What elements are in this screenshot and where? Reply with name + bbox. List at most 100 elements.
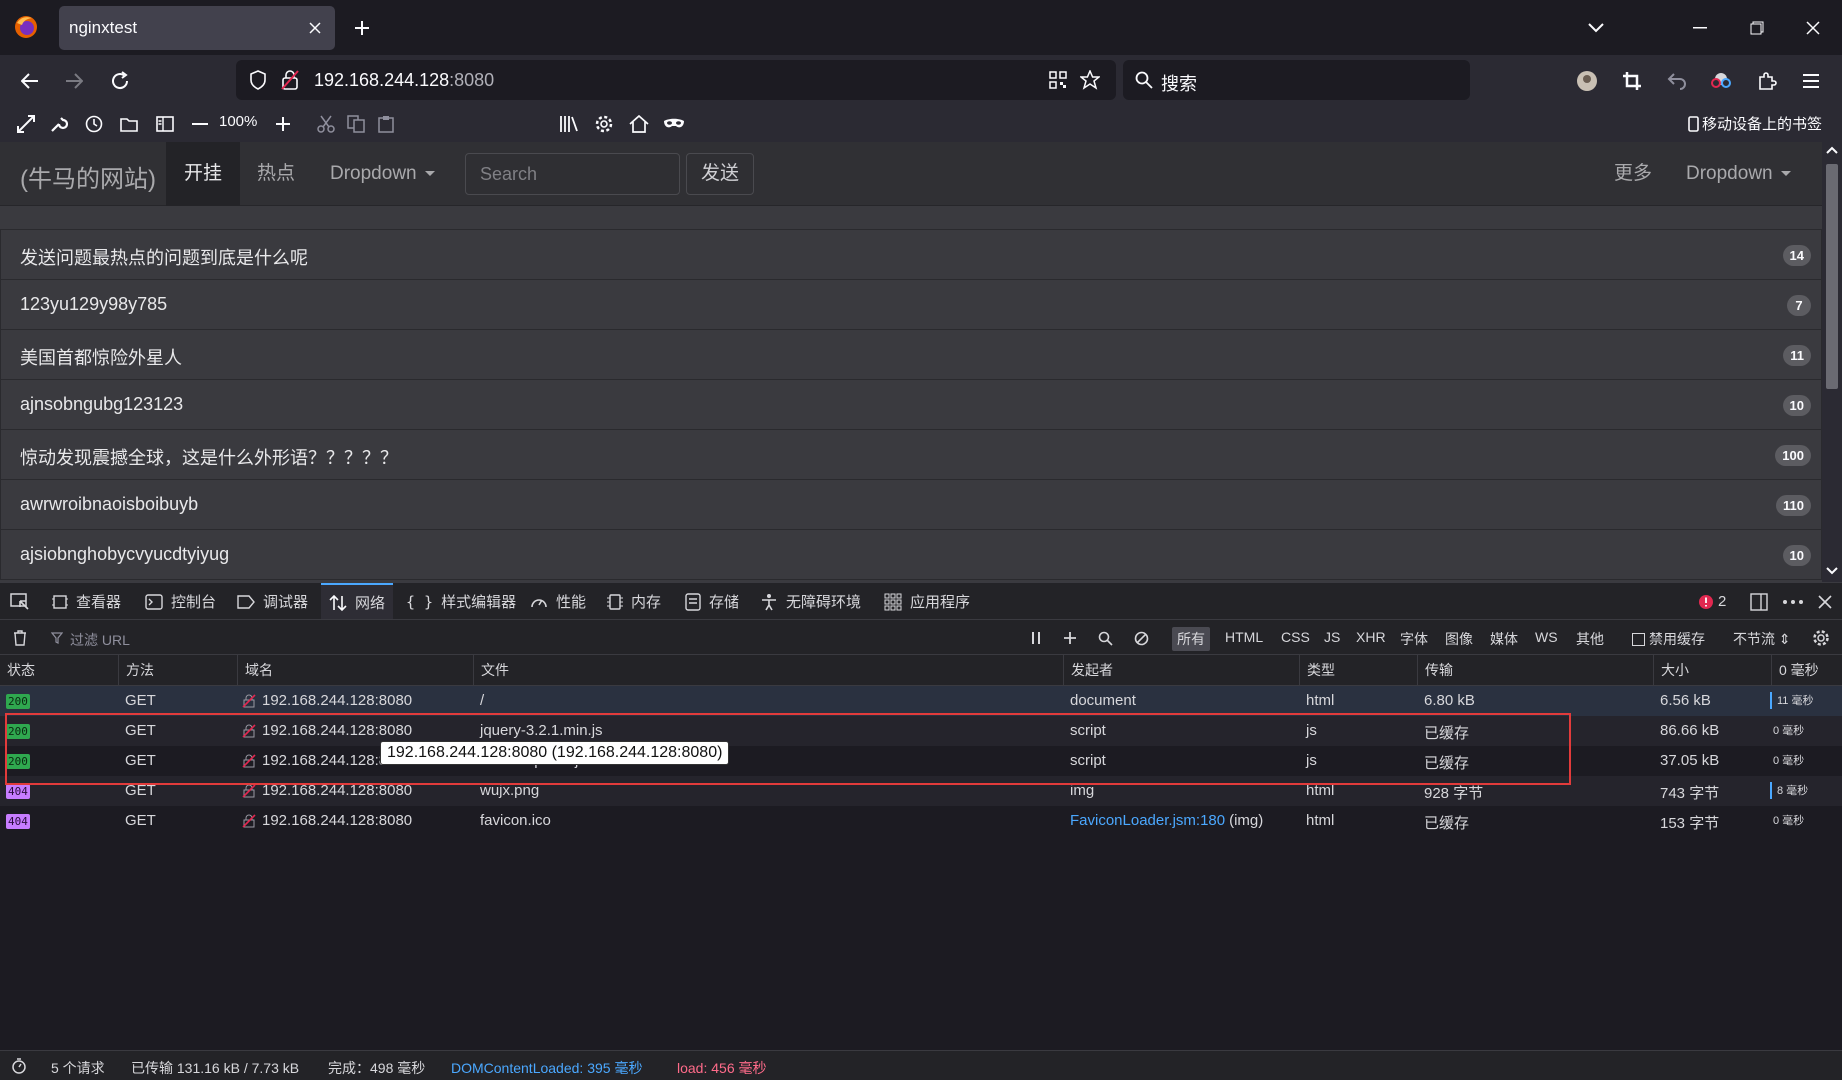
col-timeline[interactable]: 0 毫秒 bbox=[1771, 655, 1819, 686]
block-icon[interactable] bbox=[1131, 628, 1151, 648]
library-icon[interactable] bbox=[555, 110, 583, 138]
cell-file[interactable]: favicon.ico bbox=[480, 812, 551, 829]
cell-file[interactable]: / bbox=[480, 692, 484, 709]
url-bar[interactable]: 192.168.244.128:8080 bbox=[236, 60, 1116, 100]
extensions-puzzle-icon[interactable] bbox=[1751, 65, 1783, 97]
minimize-icon[interactable] bbox=[1684, 12, 1716, 44]
add-request-icon[interactable] bbox=[1060, 628, 1080, 648]
restore-icon[interactable] bbox=[1741, 12, 1773, 44]
filter-html[interactable]: HTML bbox=[1225, 629, 1263, 645]
filter-xhr[interactable]: XHR bbox=[1356, 629, 1386, 645]
dock-icon[interactable] bbox=[1750, 583, 1768, 620]
scrollbar-thumb[interactable] bbox=[1826, 164, 1838, 389]
send-button[interactable]: 发送 bbox=[686, 153, 754, 195]
url-text[interactable]: 192.168.244.128:8080 bbox=[314, 70, 494, 91]
scroll-up-icon[interactable] bbox=[1826, 146, 1838, 156]
col-initiator[interactable]: 发起者 bbox=[1063, 655, 1113, 686]
filter-ws[interactable]: WS bbox=[1535, 629, 1558, 645]
element-picker-icon[interactable] bbox=[10, 583, 30, 620]
fullscreen-icon[interactable] bbox=[12, 110, 40, 138]
page-scrollbar[interactable] bbox=[1822, 142, 1842, 582]
site-brand[interactable]: (牛马的网站) bbox=[20, 159, 156, 194]
disable-cache-checkbox[interactable]: 禁用缓存 bbox=[1632, 629, 1705, 649]
filter-css[interactable]: CSS bbox=[1281, 629, 1310, 645]
paste-icon[interactable] bbox=[372, 110, 400, 138]
zoom-in-icon[interactable] bbox=[269, 110, 297, 138]
qr-code-icon[interactable] bbox=[1046, 68, 1070, 92]
private-mask-icon[interactable] bbox=[660, 110, 688, 138]
history-clock-icon[interactable] bbox=[80, 110, 108, 138]
tab-network[interactable]: 网络 bbox=[321, 583, 394, 620]
menu-hamburger-icon[interactable] bbox=[1795, 65, 1827, 97]
filter-fonts[interactable]: 字体 bbox=[1400, 629, 1428, 649]
scroll-down-icon[interactable] bbox=[1826, 567, 1838, 577]
zoom-level[interactable]: 100% bbox=[219, 113, 257, 130]
error-count[interactable]: 2 bbox=[1698, 583, 1726, 620]
list-item[interactable]: 123yu129y98y785 7 bbox=[0, 279, 1822, 330]
nav-dropdown-right[interactable]: Dropdown bbox=[1668, 142, 1809, 206]
pause-icon[interactable] bbox=[1026, 628, 1046, 648]
filter-media[interactable]: 媒体 bbox=[1490, 629, 1518, 649]
zoom-out-icon[interactable] bbox=[186, 110, 214, 138]
list-item[interactable]: awrwroibnaoisboibuyb 110 bbox=[0, 479, 1822, 530]
extension-avatar-icon[interactable] bbox=[1571, 65, 1603, 97]
filter-url-input[interactable]: 过滤 URL bbox=[70, 630, 130, 650]
shield-icon[interactable] bbox=[246, 68, 270, 92]
tab-console[interactable]: 控制台 bbox=[145, 583, 216, 620]
filter-all[interactable]: 所有 bbox=[1172, 627, 1210, 651]
wrench-icon[interactable] bbox=[45, 110, 73, 138]
filter-js[interactable]: JS bbox=[1324, 629, 1340, 645]
tab-performance[interactable]: 性能 bbox=[530, 583, 586, 620]
cell-domain[interactable]: 192.168.244.128:8080 bbox=[262, 812, 412, 829]
tab-memory[interactable]: 内存 bbox=[607, 583, 661, 620]
devtools-close-icon[interactable] bbox=[1818, 583, 1832, 620]
crop-icon[interactable] bbox=[1616, 65, 1648, 97]
col-method[interactable]: 方法 bbox=[118, 655, 154, 686]
list-item[interactable]: ajnsobngubg123123 10 bbox=[0, 379, 1822, 430]
firefox-logo-icon[interactable] bbox=[12, 13, 40, 41]
tab-debugger[interactable]: 调试器 bbox=[237, 583, 308, 620]
col-transferred[interactable]: 传输 bbox=[1417, 655, 1453, 686]
downloads-folder-icon[interactable] bbox=[115, 110, 143, 138]
search-bar[interactable]: 搜索 bbox=[1123, 60, 1470, 100]
nav-link-hot[interactable]: 热点 bbox=[239, 142, 313, 206]
initiator-link[interactable]: FaviconLoader.jsm:180 bbox=[1070, 812, 1225, 829]
table-row[interactable]: 404 GET 192.168.244.128:8080 favicon.ico Fav… bbox=[0, 806, 1842, 836]
back-arrow-icon[interactable] bbox=[14, 65, 46, 97]
trash-icon[interactable] bbox=[9, 627, 31, 649]
settings-gear-icon[interactable] bbox=[1810, 627, 1832, 649]
filter-images[interactable]: 图像 bbox=[1445, 629, 1473, 649]
tab-application[interactable]: 应用程序 bbox=[884, 583, 970, 620]
nav-link-more[interactable]: 更多 bbox=[1596, 142, 1670, 206]
list-item[interactable]: ajsiobnghobycvyucdtyiyug 10 bbox=[0, 529, 1822, 580]
reload-icon[interactable] bbox=[104, 65, 136, 97]
filter-other[interactable]: 其他 bbox=[1576, 629, 1604, 649]
col-status[interactable]: 状态 bbox=[0, 655, 35, 686]
extension-glasses-icon[interactable] bbox=[1705, 65, 1737, 97]
search-icon[interactable] bbox=[1095, 628, 1115, 648]
bookmark-star-icon[interactable] bbox=[1078, 68, 1102, 92]
home-icon[interactable] bbox=[625, 110, 653, 138]
nav-link-kaigua[interactable]: 开挂 bbox=[166, 142, 241, 206]
list-item[interactable]: 发送问题最热点的问题到底是什么呢 14 bbox=[0, 229, 1822, 280]
insecure-lock-icon[interactable] bbox=[278, 68, 302, 92]
checkbox-box[interactable] bbox=[1632, 632, 1645, 646]
sidebar-icon[interactable] bbox=[151, 110, 179, 138]
settings-gear-icon[interactable] bbox=[590, 110, 618, 138]
col-domain[interactable]: 域名 bbox=[237, 655, 273, 686]
more-options-icon[interactable] bbox=[1783, 583, 1803, 620]
new-tab-icon[interactable] bbox=[348, 14, 376, 42]
list-item[interactable]: 惊动发现震撼全球，这是什么外形语？？？？？ 100 bbox=[0, 429, 1822, 480]
tab-inspector[interactable]: 查看器 bbox=[52, 583, 121, 620]
tab-style-editor[interactable]: { } 样式编辑器 bbox=[406, 583, 516, 620]
col-size[interactable]: 大小 bbox=[1653, 655, 1689, 686]
window-close-icon[interactable] bbox=[1797, 12, 1829, 44]
cell-domain[interactable]: 192.168.244.128:8080 bbox=[262, 692, 412, 709]
col-file[interactable]: 文件 bbox=[473, 655, 509, 686]
performance-stopwatch-icon[interactable] bbox=[9, 1056, 29, 1076]
site-search-input[interactable]: Search bbox=[465, 153, 680, 195]
forward-arrow-icon[interactable] bbox=[58, 65, 90, 97]
mobile-bookmarks[interactable]: 移动设备上的书签 bbox=[1688, 113, 1822, 134]
chevron-down-icon[interactable] bbox=[1582, 14, 1610, 42]
tab-active[interactable]: nginxtest bbox=[59, 6, 335, 50]
